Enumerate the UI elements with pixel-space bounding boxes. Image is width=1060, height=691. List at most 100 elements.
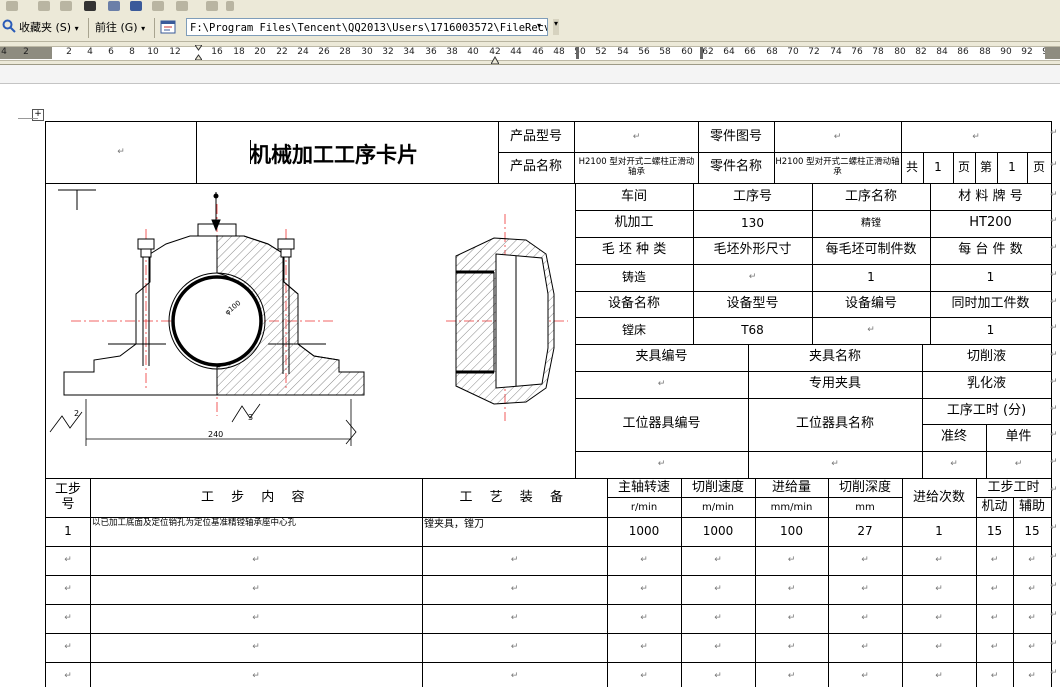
empty-cell[interactable]: ↵: [422, 604, 607, 633]
row1-feed[interactable]: 100: [755, 517, 828, 546]
per-blank-value[interactable]: 1: [812, 264, 930, 291]
empty-cell[interactable]: ↵: [976, 604, 1013, 633]
empty-cell[interactable]: ↵: [828, 633, 902, 662]
empty-cell[interactable]: ↵: [681, 546, 755, 575]
workshop-value[interactable]: 机加工: [575, 210, 693, 237]
empty-cell[interactable]: ↵: [607, 575, 681, 604]
empty-cell[interactable]: ↵: [1013, 633, 1051, 662]
search-icon[interactable]: [2, 19, 16, 35]
toolbar-overflow-icon[interactable]: ▾: [553, 19, 560, 35]
toolbar-icon[interactable]: [130, 1, 142, 11]
row1-depth[interactable]: 27: [828, 517, 902, 546]
toolbar-icon[interactable]: [206, 1, 218, 11]
tab-stop-icon[interactable]: [490, 49, 500, 65]
align-icon[interactable]: [84, 1, 96, 11]
equip-name-value[interactable]: 镗床: [575, 317, 693, 344]
empty-cell[interactable]: ↵: [755, 633, 828, 662]
op-no-value[interactable]: 130: [693, 210, 812, 237]
empty-cell[interactable]: ↵: [755, 604, 828, 633]
empty-cell[interactable]: ↵: [755, 575, 828, 604]
empty-cell[interactable]: ↵: [607, 604, 681, 633]
empty-cell[interactable]: ↵: [90, 604, 422, 633]
empty-cell[interactable]: ↵: [902, 575, 976, 604]
empty-cell[interactable]: ↵: [422, 633, 607, 662]
row1-equipment[interactable]: 镗夹具，镗刀: [422, 517, 607, 546]
empty-cell[interactable]: ↵: [1013, 604, 1051, 633]
equip-no-value[interactable]: ↵: [812, 317, 930, 344]
empty-cell[interactable]: ↵: [1013, 575, 1051, 604]
equip-model-value[interactable]: T68: [693, 317, 812, 344]
toolbar-icon[interactable]: [108, 1, 120, 11]
fixture-name-value[interactable]: 专用夹具: [748, 371, 922, 398]
toolbar-icon[interactable]: [176, 1, 188, 11]
row1-content[interactable]: 以已加工底面及定位销孔为定位基准精镗轴承座中心孔: [90, 517, 422, 546]
empty-cell[interactable]: ↵: [90, 633, 422, 662]
row1-step-no[interactable]: 1: [46, 517, 90, 546]
station-name-value[interactable]: ↵: [748, 451, 922, 478]
column-marker[interactable]: [576, 47, 579, 59]
address-dropdown-icon[interactable]: ▾: [537, 21, 541, 37]
table-move-handle-icon[interactable]: +: [32, 109, 44, 121]
empty-cell[interactable]: ↵: [607, 546, 681, 575]
favorites-button[interactable]: 收藏夹 (S) ▾: [19, 19, 79, 35]
column-marker[interactable]: [700, 47, 703, 59]
per-unit-value[interactable]: 1: [930, 264, 1051, 291]
part-name-value[interactable]: H2100 型对开式二螺柱正滑动轴承: [774, 152, 901, 183]
unit-value[interactable]: ↵: [986, 451, 1051, 478]
empty-cell[interactable]: ↵: [976, 546, 1013, 575]
station-no-value[interactable]: ↵: [575, 451, 748, 478]
prep-value[interactable]: ↵: [922, 451, 986, 478]
simul-value[interactable]: 1: [930, 317, 1051, 344]
coolant-value[interactable]: 乳化液: [922, 371, 1051, 398]
toolbar-icon[interactable]: [6, 1, 18, 11]
toolbar-icon[interactable]: [152, 1, 164, 11]
indent-marker-icon[interactable]: [194, 44, 203, 61]
empty-cell[interactable]: ↵: [681, 604, 755, 633]
empty-cell[interactable]: ↵: [902, 604, 976, 633]
sheet-value[interactable]: 1: [997, 152, 1027, 183]
row1-passes[interactable]: 1: [902, 517, 976, 546]
empty-cell[interactable]: ↵: [976, 575, 1013, 604]
blank-type-value[interactable]: 铸造: [575, 264, 693, 291]
bearing-housing-drawing[interactable]: 240 2 3 φ100: [46, 184, 575, 478]
product-name-value[interactable]: H2100 型对开式二螺柱正滑动轴承: [575, 152, 698, 183]
empty-cell[interactable]: ↵: [422, 575, 607, 604]
goto-button[interactable]: 前往 (G) ▾: [95, 19, 145, 35]
empty-cell[interactable]: ↵: [828, 575, 902, 604]
address-field[interactable]: F:\Program Files\Tencent\QQ2013\Users\17…: [186, 18, 548, 36]
blank-size-value[interactable]: ↵: [693, 264, 812, 291]
op-name-value[interactable]: 精镗: [812, 210, 930, 237]
empty-cell[interactable]: ↵: [607, 633, 681, 662]
toolbar-icon[interactable]: [60, 1, 72, 11]
toolbar-overflow-icon[interactable]: [226, 1, 234, 11]
empty-cell[interactable]: ↵: [422, 546, 607, 575]
material-value[interactable]: HT200: [930, 210, 1051, 237]
horizontal-ruler[interactable]: 4 2 2 4 6 8 10 12 16 18 20 22 24 26 28 30 32 34 36 38 40 42 44…: [0, 42, 1060, 65]
product-model-value[interactable]: ↵: [575, 122, 698, 152]
part-no-value[interactable]: ↵: [774, 122, 901, 152]
empty-cell[interactable]: ↵: [46, 633, 90, 662]
empty-cell[interactable]: ↵: [681, 633, 755, 662]
fixture-no-value[interactable]: ↵: [575, 371, 748, 398]
empty-cell[interactable]: ↵: [755, 546, 828, 575]
empty-cell[interactable]: ↵: [46, 604, 90, 633]
empty-cell[interactable]: ↵: [828, 604, 902, 633]
empty-cell[interactable]: ↵: [90, 546, 422, 575]
blank-cell[interactable]: ↵: [901, 122, 1051, 152]
empty-cell[interactable]: ↵: [46, 575, 90, 604]
empty-cell[interactable]: ↵: [902, 546, 976, 575]
empty-cell[interactable]: ↵: [46, 546, 90, 575]
empty-cell[interactable]: ↵: [90, 575, 422, 604]
toolbar-icon[interactable]: [38, 1, 50, 11]
row1-speed[interactable]: 1000: [681, 517, 755, 546]
row1-spindle[interactable]: 1000: [607, 517, 681, 546]
row1-machine[interactable]: 15: [976, 517, 1013, 546]
total-value[interactable]: 1: [923, 152, 953, 183]
row1-aux[interactable]: 15: [1013, 517, 1051, 546]
page-icon[interactable]: [160, 20, 176, 36]
empty-cell[interactable]: ↵: [828, 546, 902, 575]
empty-cell[interactable]: ↵: [681, 575, 755, 604]
empty-cell[interactable]: ↵: [1013, 546, 1051, 575]
logo-cell[interactable]: ↵: [46, 122, 196, 183]
empty-cell[interactable]: ↵: [976, 633, 1013, 662]
